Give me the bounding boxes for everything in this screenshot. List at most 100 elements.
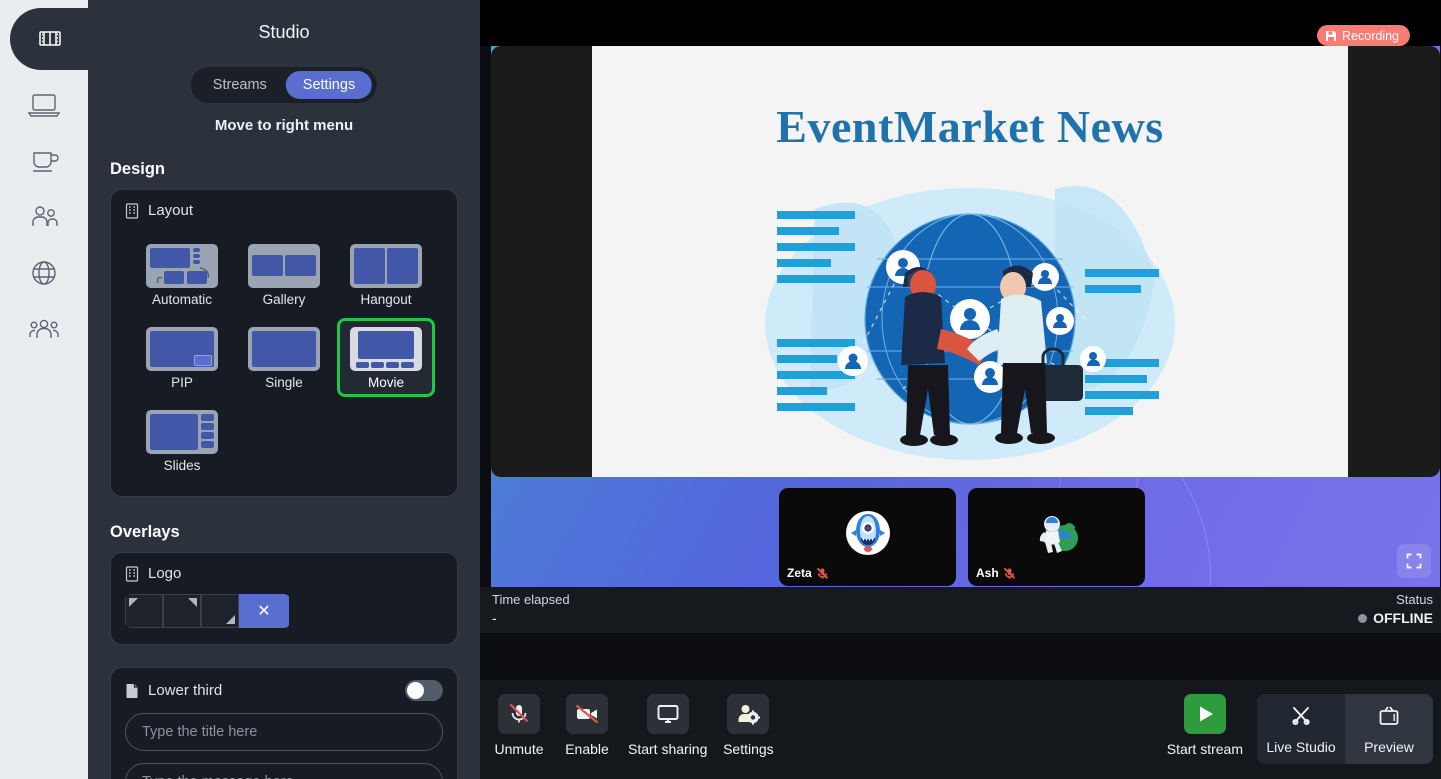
coffee-cup-icon[interactable] — [20, 144, 68, 178]
brand-blob-tail — [88, 70, 178, 110]
brand-blob — [10, 8, 162, 70]
start-stream-label: Start stream — [1166, 741, 1243, 757]
layout-option-slides[interactable]: Slides — [133, 401, 231, 480]
logo-position-bottom-right[interactable] — [201, 594, 239, 628]
blue-monster-avatar — [845, 511, 890, 556]
broadcast-stage: Recording EventMarket News Zeta Ash Time… — [480, 0, 1441, 779]
tab-streams[interactable]: Streams — [196, 71, 284, 99]
corner-marker-icon — [226, 615, 235, 624]
mic-off-icon — [498, 694, 540, 734]
monitor-icon — [646, 694, 689, 734]
participant-name-row: Ash — [976, 566, 1016, 580]
start-stream-button[interactable]: Start stream — [1167, 694, 1243, 757]
time-elapsed-value: - — [492, 610, 497, 626]
settings-button[interactable]: Settings — [721, 694, 775, 757]
panel-tabs: Streams Settings — [190, 67, 378, 103]
status-dot-icon — [1358, 613, 1368, 623]
participant-tile-ash[interactable]: Ash — [968, 488, 1145, 586]
status-block: Status OFFLINE — [1358, 592, 1433, 626]
overlays-heading: Overlays — [110, 523, 180, 541]
layout-options-grid: Automatic Gallery Hangout PIP Single Mov… — [125, 231, 443, 480]
layout-option-movie[interactable]: Movie — [337, 318, 435, 397]
play-icon — [1183, 694, 1226, 734]
camera-off-icon — [566, 694, 608, 734]
stage-topbar — [480, 0, 1441, 46]
note-icon — [125, 683, 139, 699]
stage-statusbar: Time elapsed - Status OFFLINE — [480, 587, 1441, 633]
preview-label: Preview — [1364, 738, 1414, 755]
layout-option-single[interactable]: Single — [235, 318, 333, 397]
stage-toolbar: Unmute Enable Start sharing Settings Sta… — [480, 680, 1441, 779]
corner-marker-icon — [129, 598, 138, 607]
layout-thumb-hangout — [350, 244, 422, 288]
lower-third-header: Lower third — [125, 680, 443, 701]
studio-settings-panel: Studio Streams Settings Move to right me… — [88, 0, 480, 779]
tab-settings[interactable]: Settings — [285, 71, 373, 99]
toggle-knob — [407, 682, 424, 699]
toolbar-left-group: Unmute Enable Start sharing Settings — [492, 694, 775, 757]
design-heading: Design — [110, 160, 166, 178]
layout-grid-icon — [125, 565, 139, 582]
status-label: Status — [1396, 592, 1433, 607]
left-icon-rail — [0, 0, 88, 779]
two-people-icon[interactable] — [20, 200, 68, 234]
layout-thumb-single — [248, 327, 320, 371]
film-strip-icon[interactable] — [36, 24, 64, 52]
clear-logo-button[interactable]: ✕ — [239, 594, 289, 628]
recording-label: Recording — [1342, 28, 1399, 43]
main-video-frame[interactable]: EventMarket News — [491, 46, 1440, 477]
lower-third-message-input[interactable] — [125, 763, 443, 779]
logo-position-top-left[interactable] — [125, 594, 163, 628]
layout-label: Gallery — [262, 292, 306, 307]
preview-tab[interactable]: Preview — [1345, 694, 1433, 764]
layout-thumb-gallery — [248, 244, 320, 288]
laptop-icon[interactable] — [20, 88, 68, 122]
move-to-right-menu-link[interactable]: Move to right menu — [88, 117, 480, 134]
status-badge[interactable]: Recording — [1317, 25, 1410, 46]
logo-card-title: Logo — [148, 565, 182, 582]
mic-off-icon — [816, 567, 829, 580]
tv-icon — [1377, 704, 1401, 731]
globe-icon[interactable] — [20, 256, 68, 290]
layout-option-pip[interactable]: PIP — [133, 318, 231, 397]
participant-name-row: Zeta — [787, 566, 829, 580]
status-value: OFFLINE — [1373, 610, 1433, 626]
participant-name: Ash — [976, 566, 999, 580]
start-sharing-button[interactable]: Start sharing — [628, 694, 707, 757]
layout-option-automatic[interactable]: Automatic — [133, 235, 231, 314]
logo-position-top-right[interactable] — [163, 594, 201, 628]
astronaut-earth-avatar — [1039, 516, 1078, 554]
group-people-icon[interactable] — [20, 312, 68, 346]
layout-thumb-slides — [146, 410, 218, 454]
live-studio-tab[interactable]: Live Studio — [1257, 694, 1345, 764]
save-disk-icon — [1325, 30, 1337, 42]
lower-third-card: Lower third — [110, 667, 458, 779]
unmute-label: Unmute — [494, 741, 544, 757]
participant-name: Zeta — [787, 566, 812, 580]
participant-tile-zeta[interactable]: Zeta — [779, 488, 956, 586]
participant-thumbnails: Zeta Ash — [779, 488, 1145, 586]
time-elapsed-label: Time elapsed — [492, 592, 570, 607]
person-gear-icon — [727, 694, 770, 734]
lower-third-toggle[interactable] — [405, 680, 443, 701]
mic-off-icon — [1003, 567, 1016, 580]
scissors-x-icon — [1289, 704, 1313, 731]
shared-slide: EventMarket News — [592, 46, 1348, 477]
logo-position-selector: ✕ — [125, 594, 290, 628]
slide-title: EventMarket News — [776, 101, 1164, 152]
layout-thumb-movie — [350, 327, 422, 371]
stage-canvas: EventMarket News Zeta Ash — [491, 46, 1440, 587]
logo-card-header: Logo — [125, 565, 443, 582]
lower-third-title-input[interactable] — [125, 713, 443, 751]
fullscreen-expand-icon[interactable] — [1397, 544, 1431, 578]
layout-option-gallery[interactable]: Gallery — [235, 235, 333, 314]
toolbar-right-group: Start stream Live Studio Preview — [1167, 694, 1433, 764]
enable-camera-button[interactable]: Enable — [560, 694, 614, 757]
status-value-row: OFFLINE — [1358, 610, 1433, 626]
start-sharing-label: Start sharing — [628, 741, 708, 757]
layout-label: Slides — [163, 458, 201, 473]
layout-grid-icon — [125, 202, 139, 219]
layout-option-hangout[interactable]: Hangout — [337, 235, 435, 314]
unmute-button[interactable]: Unmute — [492, 694, 546, 757]
layout-card-title: Layout — [148, 202, 194, 219]
